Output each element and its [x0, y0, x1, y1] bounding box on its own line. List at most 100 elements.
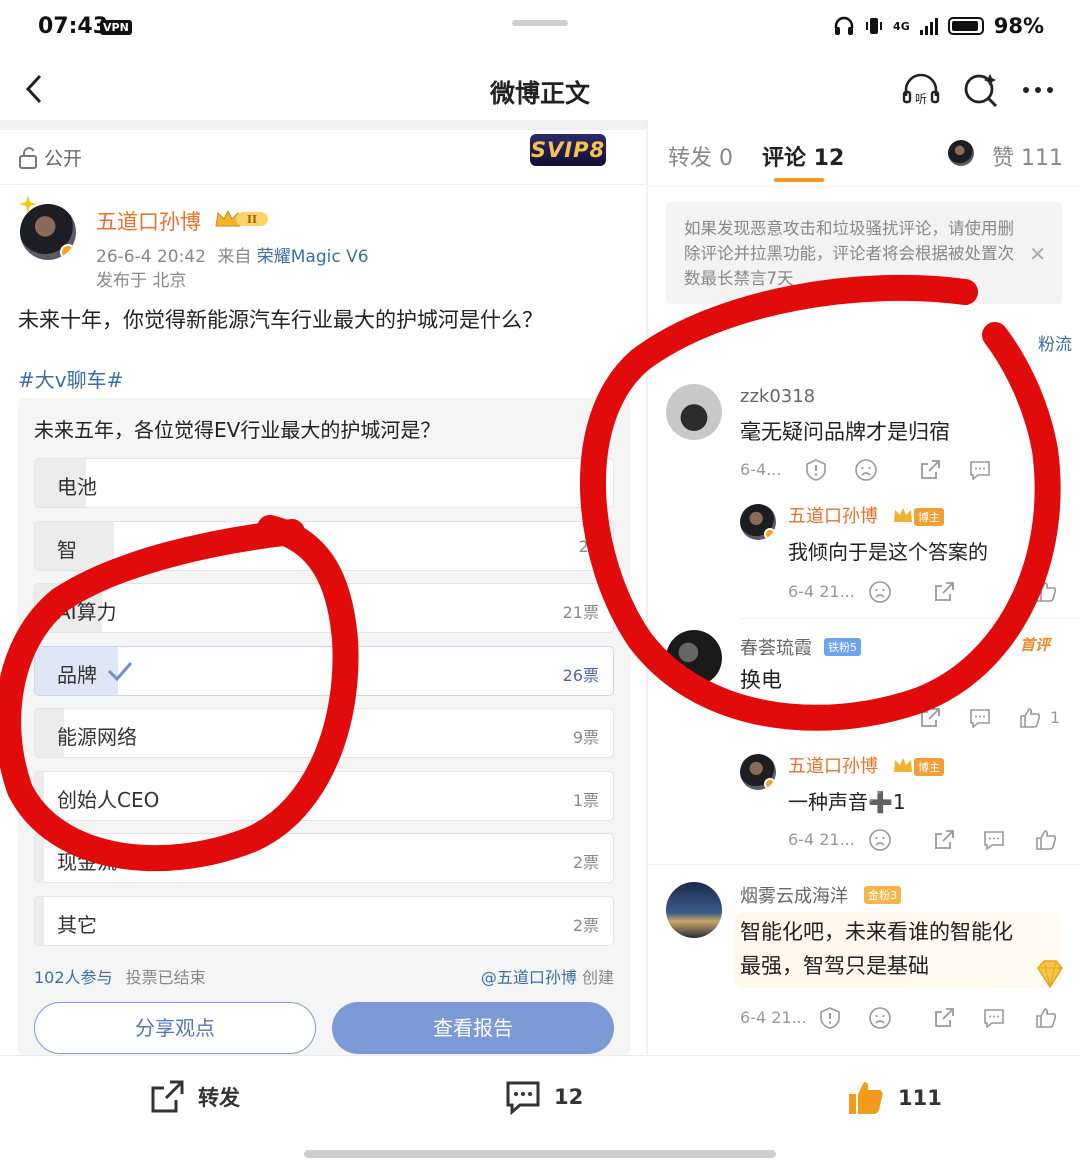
commenter-avatar[interactable] [666, 384, 722, 440]
reply-text: 一种声音➕1 [788, 790, 906, 814]
comment-text: 换电 [740, 668, 782, 692]
report-icon[interactable] [818, 1006, 842, 1030]
poll-status: 投票已结束 [125, 968, 206, 987]
poll-option-label: 智 [57, 537, 77, 562]
poll-card: 未来五年，各位觉得EV行业最大的护城河是？ 电池 14 智 25 AI算力 21票 品牌 26… [18, 398, 630, 1055]
commenter-name[interactable]: 烟雾云成海洋 [740, 882, 848, 908]
repost-icon[interactable] [918, 458, 942, 482]
share-opinion-button[interactable]: 分享观点 [34, 1002, 316, 1054]
lock-open-icon [19, 146, 37, 169]
poll-footer: 102人参与 投票已结束 @五道口孙博 创建 [34, 964, 614, 988]
post-date: 26-6-4 20:42 [96, 247, 206, 267]
dislike-face-icon[interactable] [868, 1006, 892, 1030]
poll-option[interactable]: 现金流 2票 [34, 833, 614, 883]
comment-icon[interactable] [982, 1006, 1006, 1030]
comment-icon [506, 1081, 540, 1116]
comments-button[interactable]: 12 [504, 1078, 583, 1116]
post-text: 未来十年，你觉得新能源汽车行业最大的护城河是什么？ [18, 308, 543, 332]
ai-search-icon[interactable] [960, 70, 1002, 110]
tab-likes[interactable]: 赞 111 [992, 140, 1063, 172]
like-button[interactable]: 111 [846, 1078, 942, 1118]
visibility-row: 公开 [18, 144, 82, 171]
tab-active-indicator [774, 178, 824, 182]
poll-option[interactable]: 其它 2票 [34, 895, 614, 946]
poll-option[interactable]: 电池 14 [34, 458, 614, 508]
poll-question: 未来五年，各位觉得EV行业最大的护城河是？ [34, 418, 441, 442]
app-header: 微博正文 听 [0, 60, 1080, 120]
liker-avatar [948, 140, 974, 166]
headphones-icon [834, 16, 854, 35]
listen-icon[interactable]: 听 [900, 70, 942, 110]
tab-repost[interactable]: 转发 0 [668, 140, 733, 172]
status-time: 07:43 [38, 14, 109, 39]
poll-option[interactable]: 创始人CEO 1票 [34, 770, 614, 821]
more-icon[interactable] [1018, 70, 1060, 110]
crown-icon [894, 758, 912, 772]
poll-creator-suffix: 创建 [581, 968, 614, 987]
close-icon[interactable]: ✕ [1029, 242, 1046, 267]
reply-avatar[interactable] [740, 504, 776, 540]
poll-participants[interactable]: 102人参与 [34, 968, 113, 987]
repost-icon[interactable] [932, 580, 956, 604]
commenter-name[interactable]: zzk0318 [740, 386, 815, 407]
post-source[interactable]: 荣耀Magic V6 [257, 247, 369, 267]
poll-option-votes: 21票 [562, 603, 599, 622]
post-location: 发布于 北京 [96, 271, 187, 291]
sparkle-icon [19, 195, 37, 213]
vpn-icon: VPN [100, 20, 132, 35]
thumbs-up-icon [849, 1082, 883, 1114]
comments-count: 12 [554, 1085, 584, 1109]
dislike-face-icon[interactable] [854, 458, 878, 482]
comment-text: 毫无疑问品牌才是归宿 [740, 420, 950, 444]
poll-option-votes: 1票 [572, 790, 599, 810]
repost-label: 转发 [198, 1086, 240, 1110]
home-gesture-bar[interactable] [304, 1150, 776, 1158]
poll-option-votes: 14 [578, 474, 599, 493]
poll-option-votes: 9票 [572, 728, 599, 747]
repost-icon[interactable] [932, 828, 956, 852]
svip-badge[interactable]: SVIP8 [530, 134, 606, 166]
poll-option[interactable]: 品牌 26票 [34, 645, 614, 696]
like-icon[interactable] [1034, 1006, 1058, 1030]
poll-option-label: 其它 [57, 912, 97, 937]
poll-option-label: 现金流 [57, 850, 117, 874]
repost-button[interactable]: 转发 [148, 1078, 240, 1116]
comment-icon[interactable] [982, 828, 1006, 852]
report-icon[interactable] [804, 458, 828, 482]
reply-avatar[interactable] [740, 754, 776, 790]
battery-icon [947, 17, 984, 35]
commenter-avatar[interactable] [666, 630, 722, 686]
like-icon[interactable] [1034, 828, 1058, 852]
poll-option[interactable]: AI算力 21票 [34, 583, 614, 633]
dislike-face-icon[interactable] [868, 828, 892, 852]
hashtag-link[interactable]: #大v聊车# [18, 364, 123, 393]
repost-icon[interactable] [918, 706, 942, 730]
commenter-avatar[interactable] [666, 882, 722, 938]
first-comment-label: 首评 [1020, 636, 1051, 654]
commenter-name[interactable]: 春荟琉霞 [740, 634, 812, 660]
poll-option-votes: 25 [578, 536, 599, 556]
top-gesture-handle[interactable] [512, 20, 568, 26]
like-icon[interactable] [1034, 580, 1058, 604]
likes-count: 111 [898, 1086, 942, 1110]
poll-creator-name[interactable]: @五道口孙博 [481, 968, 577, 987]
repost-icon[interactable] [932, 1006, 956, 1030]
network-type: 4G [893, 19, 910, 33]
poll-option-label: 创始人CEO [57, 787, 160, 812]
like-icon[interactable] [1018, 706, 1042, 730]
reply-author-name[interactable]: 五道口孙博 [788, 752, 878, 778]
view-report-button[interactable]: 查看报告 [332, 1002, 614, 1054]
visibility-label: 公开 [44, 148, 83, 170]
poll-option[interactable]: 能源网络 9票 [34, 708, 614, 758]
comment-icon[interactable] [968, 706, 992, 730]
comment-icon[interactable] [968, 458, 992, 482]
repost-icon [151, 1080, 184, 1113]
author-name[interactable]: 五道口孙博 [96, 206, 201, 236]
tab-comments[interactable]: 评论 12 [762, 140, 844, 172]
dislike-face-icon[interactable] [868, 580, 892, 604]
reply-author-name[interactable]: 五道口孙博 [788, 502, 878, 528]
poll-option[interactable]: 智 25 [34, 520, 614, 571]
comment-time: 6-4 21... [740, 1008, 807, 1027]
sort-toggle[interactable]: 粉流 [1038, 330, 1072, 355]
poll-option-fill [35, 771, 44, 820]
